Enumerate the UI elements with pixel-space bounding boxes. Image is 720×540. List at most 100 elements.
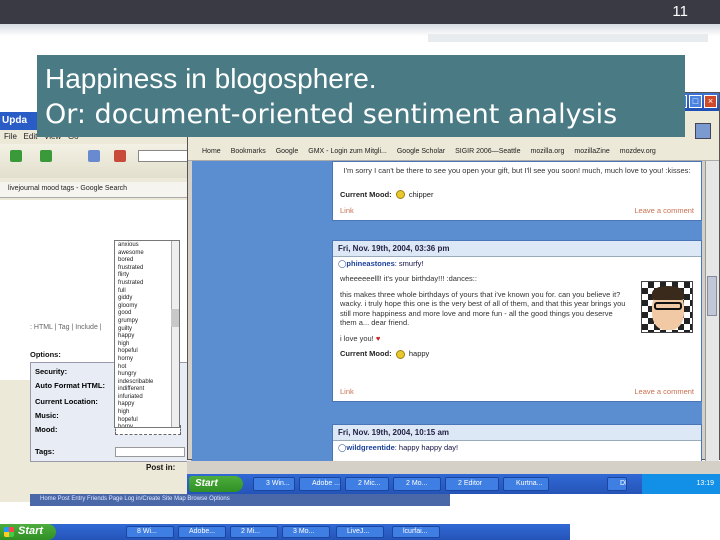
editor-tabs[interactable]: : HTML | Tag | Include | — [30, 324, 102, 331]
mood-option[interactable]: happy — [118, 333, 176, 341]
bookmark-item[interactable]: Google Scholar — [397, 148, 445, 155]
mood-option[interactable]: hot — [118, 364, 176, 372]
mood-option[interactable]: good — [118, 310, 176, 318]
inner-taskbar-item[interactable]: 2 Mic... — [345, 477, 389, 491]
entry-3-subject: : happy happy day! — [394, 443, 459, 452]
mood-option[interactable]: frustrated — [118, 265, 176, 273]
mood-option[interactable]: high — [118, 409, 176, 417]
bookmark-item[interactable]: mozdev.org — [620, 148, 656, 155]
mood-option[interactable]: hopeful — [118, 417, 176, 425]
journal-page: I'm sorry I can't be there to see you op… — [192, 161, 702, 461]
inner-clock: 13:19 — [642, 474, 720, 494]
bookmark-item[interactable]: GMX - Login zum Mitgli... — [308, 148, 387, 155]
address-field[interactable] — [138, 150, 188, 162]
maximize-button[interactable]: □ — [689, 95, 702, 108]
mood-option[interactable]: horny — [118, 356, 176, 364]
entry-2-date: Fri, Nov. 19th, 2004, 03:36 pm — [333, 241, 701, 257]
entry-2-line-3: i love you! ♥ — [340, 333, 381, 343]
entry-1-text: I'm sorry I can't be there to see you op… — [343, 166, 691, 175]
bookmark-item[interactable]: Google — [276, 148, 299, 155]
inner-taskbar-item[interactable]: 2 Editor — [445, 477, 499, 491]
field-mood-label: Mood: — [35, 425, 58, 434]
mood-option[interactable]: indifferent — [118, 386, 176, 394]
outer-taskbar-item[interactable]: 2 Mi... — [230, 526, 278, 538]
outer-taskbar-item[interactable]: 3 Mo... — [282, 526, 330, 538]
journal-entry-3: Fri, Nov. 19th, 2004, 10:15 am ◯wildgree… — [332, 424, 702, 461]
close-button[interactable]: × — [704, 95, 717, 108]
tab-livejournal-mood-tags[interactable]: livejournal mood tags - Google Search — [0, 182, 192, 198]
mood-option[interactable]: hungry — [118, 371, 176, 379]
bookmark-item[interactable]: mozilla.org — [531, 148, 565, 155]
inner-start-button[interactable]: Start — [189, 476, 243, 492]
entry-1-link[interactable]: Link — [340, 206, 354, 215]
mood-option[interactable]: giddy — [118, 295, 176, 303]
entry-2-comment-link[interactable]: Leave a comment — [634, 387, 694, 396]
mood-list-scrollbar[interactable] — [171, 241, 179, 427]
entry-2-link[interactable]: Link — [340, 387, 354, 396]
outer-taskbar-item[interactable]: LiveJ... — [336, 526, 384, 538]
mood-option[interactable]: frustrated — [118, 280, 176, 288]
mood-option[interactable]: indescribable — [118, 379, 176, 387]
bookmark-item[interactable]: Bookmarks — [231, 148, 266, 155]
heart-icon: ♥ — [375, 333, 381, 343]
entry-2-username[interactable]: phineastones — [346, 259, 394, 268]
tags-input[interactable] — [115, 447, 185, 457]
field-location-label: Current Location: — [35, 397, 98, 406]
mood-smiley-icon — [395, 349, 405, 359]
journal-entry-1: I'm sorry I can't be there to see you op… — [332, 161, 702, 222]
field-tags-label: Tags: — [35, 447, 55, 456]
mood-option[interactable]: bored — [118, 257, 176, 265]
entry-3-date: Fri, Nov. 19th, 2004, 10:15 am — [333, 425, 701, 441]
browser-scroll-thumb[interactable] — [707, 276, 717, 316]
browser-scrollbar[interactable] — [705, 161, 719, 461]
entry-3-username[interactable]: wildgreentide — [346, 443, 394, 452]
mood-option[interactable]: happy — [118, 401, 176, 409]
outer-taskbar: Start 8 Wi... Adobe... 2 Mi... 3 Mo... LiveJ… — [0, 524, 570, 540]
mood-option[interactable]: infuriated — [118, 394, 176, 402]
header-decoration — [428, 34, 708, 42]
mood-option[interactable]: grumpy — [118, 318, 176, 326]
back-icon[interactable] — [10, 150, 22, 162]
outer-taskbar-item[interactable]: lcurfai... — [392, 526, 440, 538]
mood-option[interactable]: awesome — [118, 250, 176, 258]
entry-2-line-1: wheeeeeelll! it's your birthday!!! :danc… — [340, 274, 477, 283]
stop-icon[interactable] — [114, 150, 126, 162]
inner-taskbar-item[interactable]: 3 Win... — [253, 477, 295, 491]
slide-header-bar: 11 — [0, 0, 720, 24]
mood-option[interactable]: full — [118, 288, 176, 296]
mood-value: chipper — [408, 189, 434, 199]
forward-icon[interactable] — [40, 150, 52, 162]
entry-1-comment-link[interactable]: Leave a comment — [634, 206, 694, 215]
outer-start-button[interactable]: Start — [0, 524, 56, 540]
mood-option[interactable]: high — [118, 341, 176, 349]
entry-2-line-2: this makes three whole birthdays of your… — [340, 289, 626, 328]
update-window-title[interactable]: Upda — [0, 112, 40, 130]
journal-entry-2: Fri, Nov. 19th, 2004, 03:36 pm ◯phineast… — [332, 240, 702, 402]
outer-taskbar-item[interactable]: 8 Wi... — [126, 526, 174, 538]
outer-taskbar-item[interactable]: Adobe... — [178, 526, 226, 538]
entry-1-mood: Current Mood: chipper — [333, 186, 701, 204]
inner-taskbar-item[interactable]: 2 Mo... — [393, 477, 441, 491]
mood-option[interactable]: gloomy — [118, 303, 176, 311]
slide-title-box: Happiness in blogosphere. Or: document-o… — [37, 55, 685, 137]
mood-option[interactable]: flirty — [118, 272, 176, 280]
mood-dropdown-list[interactable]: anxious awesome bored frustrated flirty frust… — [114, 240, 180, 428]
inner-taskbar-item[interactable]: DE — [607, 477, 627, 491]
mood-option[interactable]: guilty — [118, 326, 176, 334]
reload-icon[interactable] — [88, 150, 100, 162]
bookmarks-toolbar: Home Bookmarks Google GMX - Login zum Mitgl… — [188, 145, 719, 161]
windows-logo-icon — [4, 527, 14, 537]
mood-option[interactable]: anxious — [118, 242, 176, 250]
mood-option[interactable]: hopeful — [118, 348, 176, 356]
bookmark-item[interactable]: mozillaZine — [574, 148, 609, 155]
bookmark-item[interactable]: SIGIR 2006—Seattle — [455, 148, 520, 155]
bookmark-item[interactable]: Home — [202, 148, 221, 155]
status-bar: Home Post Entry Friends Page Log in/Crea… — [30, 494, 450, 506]
entry-3-user: ◯wildgreentide: happy happy day! — [333, 441, 701, 454]
inner-taskbar-item[interactable]: Kurtna... — [503, 477, 549, 491]
mood-label: Current Mood: — [340, 349, 392, 358]
mood-list-scroll-thumb[interactable] — [171, 309, 179, 327]
inner-taskbar-item[interactable]: Adobe ... — [299, 477, 341, 491]
mood-option[interactable]: horny — [118, 424, 176, 427]
post-in-label: Post in: — [146, 463, 176, 472]
